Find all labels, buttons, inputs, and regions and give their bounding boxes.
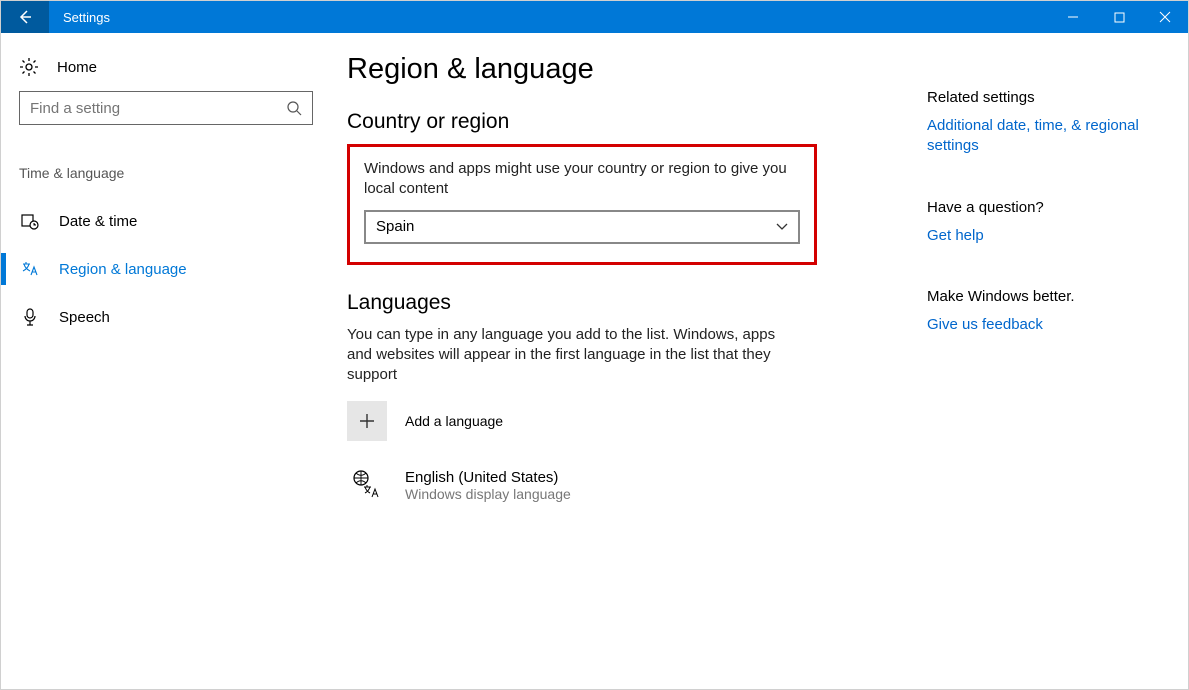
question-heading: Have a question? — [927, 199, 1178, 216]
close-icon — [1159, 11, 1171, 23]
gear-icon — [19, 57, 39, 77]
sidebar-item-label: Speech — [59, 309, 110, 326]
get-help-link[interactable]: Get help — [927, 226, 1178, 246]
sidebar-item-region-language[interactable]: Region & language — [19, 249, 313, 289]
section-heading: Time & language — [19, 165, 313, 181]
add-language-label: Add a language — [405, 413, 503, 429]
language-item[interactable]: English (United States) Windows display … — [347, 469, 907, 502]
country-highlight: Windows and apps might use your country … — [347, 144, 817, 265]
search-input[interactable] — [19, 91, 313, 125]
language-name: English (United States) — [405, 469, 571, 486]
additional-settings-link[interactable]: Additional date, time, & regional settin… — [927, 116, 1178, 157]
home-label: Home — [57, 59, 97, 76]
country-heading: Country or region — [347, 110, 907, 134]
microphone-icon — [21, 308, 39, 326]
language-sub: Windows display language — [405, 486, 571, 502]
sidebar-item-speech[interactable]: Speech — [19, 297, 313, 337]
back-button[interactable] — [1, 1, 49, 33]
search-icon — [286, 100, 302, 116]
sidebar-item-label: Date & time — [59, 213, 137, 230]
arrow-left-icon — [17, 9, 33, 25]
titlebar: Settings — [1, 1, 1188, 33]
country-selected-value: Spain — [376, 218, 414, 235]
display-language-icon — [347, 469, 387, 499]
search-field[interactable] — [30, 100, 286, 117]
feedback-heading: Make Windows better. — [927, 288, 1178, 305]
language-icon — [21, 260, 39, 278]
sidebar-item-date-time[interactable]: Date & time — [19, 201, 313, 241]
chevron-down-icon — [776, 223, 788, 231]
page-title: Region & language — [347, 53, 907, 86]
country-description: Windows and apps might use your country … — [364, 159, 800, 200]
maximize-button[interactable] — [1096, 1, 1142, 33]
add-language-button[interactable]: Add a language — [347, 401, 907, 441]
minimize-button[interactable] — [1050, 1, 1096, 33]
languages-description: You can type in any language you add to … — [347, 325, 777, 386]
window-title: Settings — [63, 10, 110, 25]
minimize-icon — [1067, 11, 1079, 23]
sidebar-item-label: Region & language — [59, 261, 187, 278]
give-feedback-link[interactable]: Give us feedback — [927, 315, 1178, 335]
aside: Related settings Additional date, time, … — [907, 53, 1178, 689]
country-select[interactable]: Spain — [364, 210, 800, 244]
close-button[interactable] — [1142, 1, 1188, 33]
calendar-clock-icon — [21, 212, 39, 230]
sidebar: Home Time & language Date & time Region … — [1, 33, 331, 689]
maximize-icon — [1114, 12, 1125, 23]
plus-icon — [347, 401, 387, 441]
related-settings-heading: Related settings — [927, 89, 1178, 106]
languages-heading: Languages — [347, 291, 907, 315]
home-link[interactable]: Home — [19, 51, 313, 91]
